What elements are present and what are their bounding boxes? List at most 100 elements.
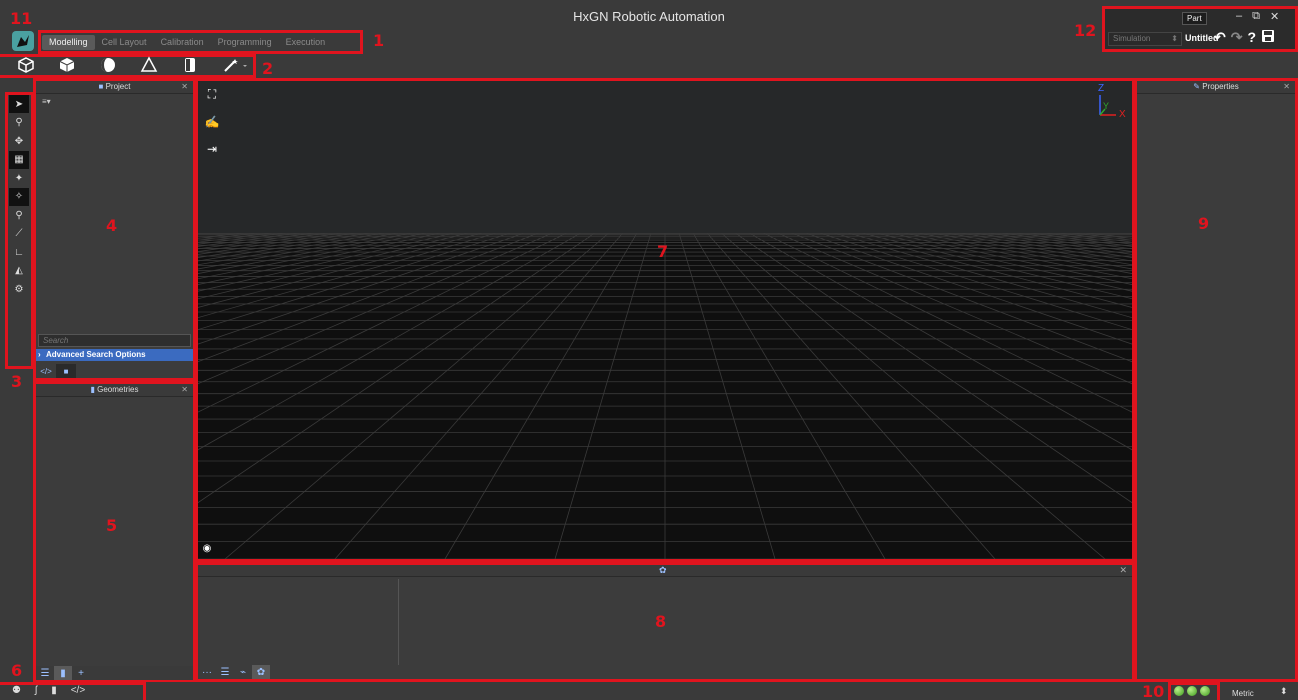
- units-selector[interactable]: Metric: [1232, 689, 1254, 698]
- grid-line: [198, 232, 302, 247]
- measure-icon[interactable]: ⟋: [9, 225, 29, 243]
- status-led: [1187, 686, 1197, 696]
- status-led: [1174, 686, 1184, 696]
- output-divider: [398, 579, 399, 665]
- sphere-icon[interactable]: [99, 56, 117, 74]
- project-menu-icon[interactable]: ≡▾: [42, 97, 51, 106]
- code-icon[interactable]: </>: [36, 364, 56, 378]
- plug-icon[interactable]: ⌁: [234, 665, 252, 679]
- help-icon[interactable]: ?: [1247, 29, 1256, 46]
- grid-line: [958, 232, 1132, 262]
- 3d-viewport[interactable]: ⛶ ✍ ⇥ ◉ Z Y X: [198, 81, 1132, 559]
- restore-icon[interactable]: ⧉: [1252, 10, 1260, 23]
- folder-icon[interactable]: ■: [56, 364, 76, 378]
- part-tab[interactable]: Part: [1182, 12, 1207, 25]
- tab-programming[interactable]: Programming: [211, 35, 279, 50]
- tab-calibration[interactable]: Calibration: [154, 35, 211, 50]
- callout-3: 3: [11, 372, 23, 391]
- viewport-floor-grid: [198, 232, 1132, 559]
- spinner-icon[interactable]: ⬍: [1280, 686, 1288, 697]
- zoom-to-selection-icon[interactable]: ⇥: [202, 139, 222, 158]
- robot-arm-icon[interactable]: ʃ: [35, 685, 37, 696]
- grid-line: [198, 232, 358, 258]
- frame-icon[interactable]: ∟: [9, 243, 29, 261]
- add-icon[interactable]: +: [72, 666, 90, 680]
- more-icon[interactable]: ···: [198, 665, 216, 679]
- output-panel-toolbar: ··· ☰ ⌁ ✿: [198, 665, 1132, 679]
- grid-line: [762, 232, 1132, 413]
- tab-modelling[interactable]: Modelling: [42, 35, 95, 50]
- transform-icon[interactable]: ⚙: [9, 280, 29, 298]
- magic-wand-icon[interactable]: [222, 56, 250, 74]
- cone-icon[interactable]: [140, 56, 158, 74]
- select-faces-icon[interactable]: ✥: [9, 132, 29, 150]
- cylinder-icon[interactable]: [181, 56, 199, 74]
- database-icon[interactable]: ▮: [54, 666, 72, 680]
- wrench-icon: ✎: [1193, 82, 1203, 91]
- spinner-icon: ⬍: [1171, 34, 1178, 43]
- grid-line: [198, 232, 554, 385]
- axis-triad-icon: Z Y X: [1088, 83, 1128, 123]
- properties-panel-header: ✎ Properties ✕: [1137, 81, 1295, 94]
- tab-execution[interactable]: Execution: [279, 35, 333, 50]
- mode-select[interactable]: Simulation ⬍: [1108, 32, 1182, 46]
- grid-line: [198, 232, 442, 285]
- camera-rotate-icon[interactable]: ✍: [202, 112, 222, 131]
- expand-arrow-icon: ›: [38, 350, 41, 359]
- code-icon[interactable]: </>: [71, 685, 85, 696]
- grid-line: [888, 232, 1132, 285]
- minimize-icon[interactable]: –: [1236, 10, 1242, 23]
- grid-line: [198, 232, 330, 252]
- left-tool-strip: ➤ ⚲ ✥ ▦ ✦ ✧ ⚲ ⟋ ∟ ◭ ⚙: [9, 95, 29, 299]
- close-icon[interactable]: ✕: [1270, 10, 1279, 23]
- add-user-icon[interactable]: ⚉: [12, 685, 21, 696]
- callout-1: 1: [373, 31, 385, 50]
- grid-line: [734, 232, 1132, 504]
- document-actions: ↶ ↷ ?: [1214, 29, 1275, 46]
- axis-z-label: Z: [1098, 83, 1105, 94]
- close-icon[interactable]: ✕: [1119, 565, 1127, 576]
- geometries-panel-header: ▮ Geometries ✕: [36, 384, 193, 397]
- geometries-panel-title: Geometries: [97, 385, 139, 394]
- grid-line: [804, 232, 1132, 345]
- close-icon[interactable]: ✕: [181, 81, 188, 93]
- folder-icon: ■: [98, 82, 106, 91]
- list-icon[interactable]: ☰: [36, 666, 54, 680]
- callout-12: 12: [1074, 21, 1097, 40]
- location-icon[interactable]: ⚲: [9, 206, 29, 224]
- grid-line: [678, 232, 776, 559]
- plug-icon[interactable]: ▮: [51, 685, 57, 696]
- close-icon[interactable]: ✕: [1283, 81, 1290, 93]
- grid-line: [1014, 232, 1132, 250]
- list-icon[interactable]: ☰: [216, 665, 234, 679]
- cube-icon[interactable]: [58, 56, 76, 74]
- undo-icon[interactable]: ↶: [1214, 29, 1226, 46]
- close-icon[interactable]: ✕: [181, 384, 188, 396]
- pick-icon[interactable]: ✧: [9, 187, 29, 206]
- grid-line: [198, 232, 568, 413]
- tab-cell-layout[interactable]: Cell Layout: [95, 35, 154, 50]
- grid-icon[interactable]: ▦: [9, 150, 29, 169]
- grid-line: [198, 232, 316, 250]
- grid-line: [1070, 232, 1132, 241]
- app-logo-icon[interactable]: [12, 31, 34, 51]
- fit-view-icon[interactable]: ⛶: [202, 85, 222, 104]
- project-search-input[interactable]: [38, 334, 191, 347]
- point-icon[interactable]: ✦: [9, 169, 29, 187]
- cube-outline-icon[interactable]: [17, 56, 35, 74]
- grid-line: [832, 232, 1132, 319]
- axis-y-label: Y: [1103, 101, 1110, 111]
- section-icon[interactable]: ◭: [9, 262, 29, 280]
- pointer-icon[interactable]: ➤: [9, 95, 29, 113]
- redo-icon[interactable]: ↷: [1231, 29, 1243, 46]
- save-icon[interactable]: [1261, 29, 1275, 46]
- grid-line: [198, 232, 344, 255]
- callout-6: 6: [11, 661, 23, 680]
- shape-tools: [17, 56, 250, 74]
- grid-line: [198, 232, 386, 266]
- settings-icon[interactable]: ✿: [252, 665, 270, 679]
- mode-select-value: Simulation: [1113, 34, 1151, 43]
- select-edges-icon[interactable]: ⚲: [9, 114, 29, 132]
- visibility-icon[interactable]: ◉: [200, 541, 214, 555]
- advanced-search-options[interactable]: › Advanced Search Options: [36, 349, 193, 361]
